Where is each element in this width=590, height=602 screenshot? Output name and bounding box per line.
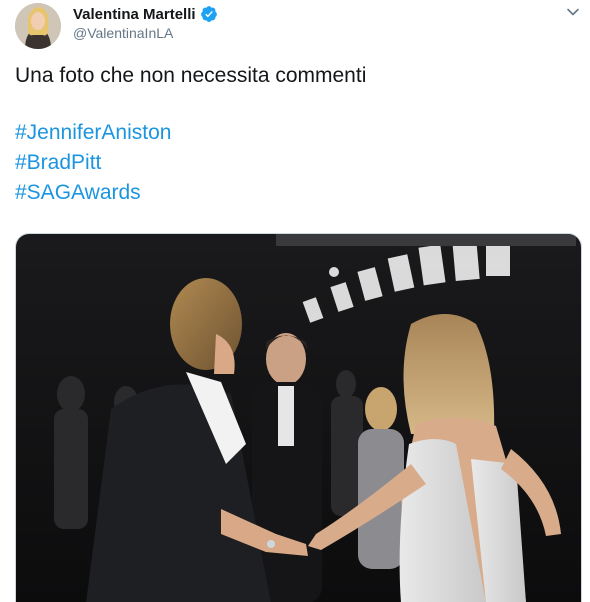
tweet-photo[interactable] [15,233,582,602]
chevron-down-icon[interactable] [566,5,580,19]
display-name[interactable]: Valentina Martelli [73,6,196,23]
hashtag-link[interactable]: #BradPitt [15,150,101,176]
photo-image [16,234,581,602]
avatar[interactable] [15,3,61,49]
verified-badge-icon [200,6,217,22]
profile-photo-icon [15,3,61,49]
handle[interactable]: @ValentinaInLA [73,25,173,41]
tweet-text: Una foto che non necessita commenti [15,64,367,87]
hashtag-link[interactable]: #SAGAwards [15,180,141,206]
author-row: Valentina Martelli [73,5,218,23]
hashtag-link[interactable]: #JenniferAniston [15,120,171,146]
tweet-card: Valentina Martelli @ValentinaInLA Una fo… [0,0,590,602]
